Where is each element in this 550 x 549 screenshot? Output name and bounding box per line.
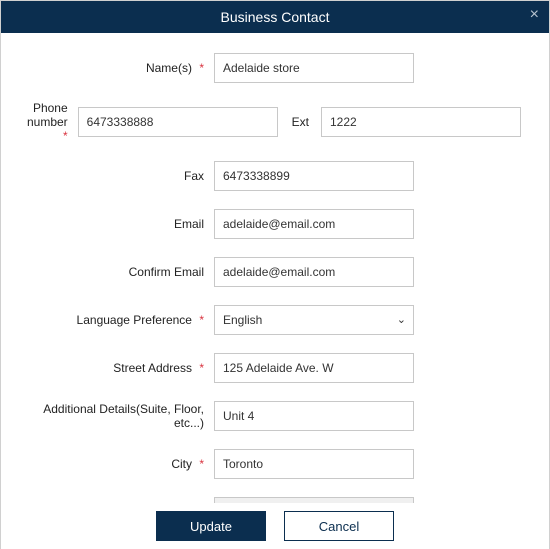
row-street: Street Address * [19,353,521,383]
row-phone: Phone number * Ext [19,101,521,143]
ext-input[interactable] [321,107,521,137]
label-names: Name(s) [146,61,192,75]
street-input[interactable] [214,353,414,383]
close-icon[interactable]: × [530,7,539,23]
city-input[interactable] [214,449,414,479]
label-confirm-email: Confirm Email [129,265,204,279]
names-input[interactable] [214,53,414,83]
label-phone: Phone number [27,101,68,129]
required-marker: * [63,129,68,143]
update-button[interactable]: Update [156,511,266,541]
label-email: Email [174,217,204,231]
label-additional: Additional Details(Suite, Floor, etc...) [43,402,204,430]
label-language: Language Preference [77,313,192,327]
required-marker: * [199,457,204,471]
row-additional: Additional Details(Suite, Floor, etc...) [19,401,521,431]
label-ext: Ext [292,115,309,129]
dialog-header: Business Contact × [1,1,549,33]
dialog-title: Business Contact [221,9,330,25]
row-email: Email [19,209,521,239]
phone-input[interactable] [78,107,278,137]
required-marker: * [199,361,204,375]
dialog-footer: Update Cancel [1,503,549,549]
fax-input[interactable] [214,161,414,191]
confirm-email-input[interactable] [214,257,414,287]
label-street: Street Address [113,361,192,375]
required-marker: * [199,313,204,327]
label-fax: Fax [184,169,204,183]
email-input[interactable] [214,209,414,239]
cancel-button[interactable]: Cancel [284,511,394,541]
required-marker: * [199,61,204,75]
label-city: City [171,457,192,471]
row-language: Language Preference * English ⌄ [19,305,521,335]
language-select[interactable]: English [214,305,414,335]
row-names: Name(s) * [19,53,521,83]
province-input [214,497,414,503]
row-city: City * [19,449,521,479]
form-scroll-area[interactable]: Name(s) * Phone number * Ext Fax Email [1,33,549,503]
row-fax: Fax [19,161,521,191]
row-confirm-email: Confirm Email [19,257,521,287]
additional-input[interactable] [214,401,414,431]
